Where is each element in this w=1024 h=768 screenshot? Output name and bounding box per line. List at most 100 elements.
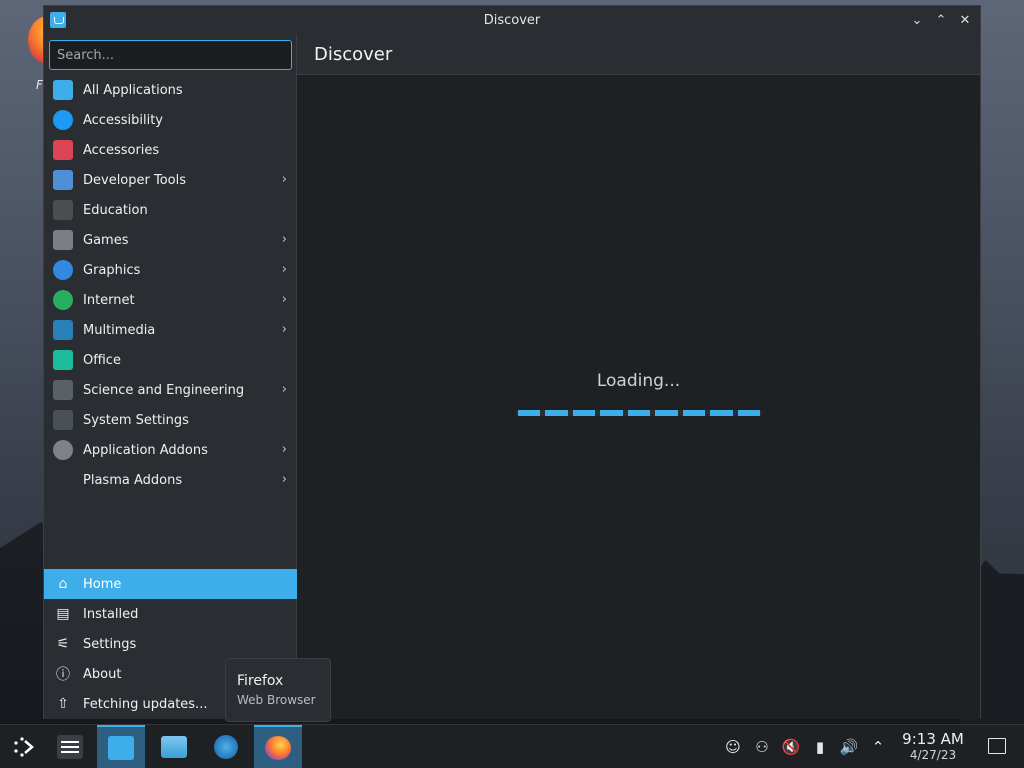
hammer-icon (53, 170, 73, 190)
nav-item-home[interactable]: ⌂ Home (44, 569, 297, 599)
chevron-right-icon: › (281, 322, 287, 337)
sidebar-item-label: Accessories (83, 142, 160, 158)
firefox-icon (265, 736, 291, 760)
sidebar-item-label: Multimedia (83, 322, 156, 338)
window-controls: ⌄ ⌃ ✕ (908, 10, 974, 30)
sidebar-item-label: System Settings (83, 412, 189, 428)
sidebar-item-label: All Applications (83, 82, 183, 98)
sidebar-item-label: Games (83, 232, 129, 248)
tooltip-title: Firefox (237, 673, 284, 689)
sidebar-item-label: Developer Tools (83, 172, 187, 188)
chevron-right-icon: › (281, 382, 287, 397)
muted-audio-icon[interactable]: 🔇 (780, 736, 802, 758)
chevron-right-icon: › (281, 262, 287, 277)
window-title: Discover (483, 12, 541, 28)
plasma-icon (53, 470, 73, 490)
sidebar-item-science-and-engineering[interactable]: Science and Engineering › (44, 375, 297, 405)
multimedia-icon (53, 320, 73, 340)
sidebar-item-label: Office (83, 352, 121, 368)
flask-icon (53, 380, 73, 400)
user-icon[interactable]: ☺ (722, 736, 744, 758)
loading-text: Loading... (596, 371, 681, 391)
sidebar-item-accessories[interactable]: Accessories (44, 135, 297, 165)
accessibility-icon (53, 110, 73, 130)
globe-icon (53, 290, 73, 310)
nav-item-settings[interactable]: ⚟ Settings (44, 629, 297, 659)
category-list: All Applications Accessibility Accessories… (44, 75, 297, 495)
digital-clock[interactable]: 9:13 AM 4/27/23 (896, 730, 970, 763)
chevron-right-icon: › (281, 172, 287, 187)
tooltip-subtitle: Web Browser (237, 693, 316, 707)
sidebar-item-label: Science and Engineering (83, 382, 245, 398)
update-icon: ⇧ (57, 696, 69, 712)
nav-item-label: About (83, 666, 122, 682)
sidebar-item-system-settings[interactable]: System Settings (44, 405, 297, 435)
sidebar-item-education[interactable]: Education (44, 195, 297, 225)
chevron-up-icon[interactable]: ⌃ (867, 736, 889, 758)
taskbar-firefox[interactable] (254, 725, 302, 768)
discover-window: Discover ⌄ ⌃ ✕ All Applications Accessibi… (43, 5, 981, 719)
taskbar-globe-app[interactable] (202, 725, 250, 768)
sidebar-item-internet[interactable]: Internet › (44, 285, 297, 315)
folder-icon (161, 736, 187, 758)
chevron-right-icon: › (281, 292, 287, 307)
home-icon: ⌂ (58, 576, 68, 592)
system-tray: ☺ ⚇ 🔇 ▮ 🔊 ⌃ (715, 725, 889, 768)
minimize-button[interactable]: ⌄ (908, 10, 926, 30)
busy-indicator (516, 410, 762, 416)
main-content: Loading... (297, 75, 980, 719)
installed-icon: ▤ (56, 606, 70, 622)
search-input[interactable] (49, 40, 292, 70)
main-header: Discover (297, 34, 980, 75)
launcher-icon (14, 737, 34, 757)
taskbar-discover[interactable] (97, 725, 145, 768)
taskbar-file-manager[interactable] (150, 725, 198, 768)
close-button[interactable]: ✕ (956, 10, 974, 30)
desktop-icon-label: F (36, 78, 43, 92)
discover-icon (108, 736, 134, 760)
chevron-right-icon: › (281, 472, 287, 487)
sidebar-item-label: Education (83, 202, 148, 218)
taskbar: ☺ ⚇ 🔇 ▮ 🔊 ⌃ 9:13 AM 4/27/23 (0, 724, 1024, 768)
sidebar-item-label: Application Addons (83, 442, 208, 458)
nav-item-label: Settings (83, 636, 137, 652)
sidebar-item-application-addons[interactable]: Application Addons › (44, 435, 297, 465)
sidebar-item-label: Graphics (83, 262, 141, 278)
clock-time: 9:13 AM (902, 730, 964, 748)
nav-item-installed[interactable]: ▤ Installed (44, 599, 297, 629)
show-desktop-button[interactable] (988, 738, 1006, 754)
sidebar-item-label: Internet (83, 292, 135, 308)
sidebar: All Applications Accessibility Accessories… (44, 34, 297, 719)
grid-icon (53, 80, 73, 100)
graphics-icon (53, 260, 73, 280)
taskbar-system-settings[interactable] (46, 725, 94, 768)
sidebar-item-all-applications[interactable]: All Applications (44, 75, 297, 105)
user-switch-icon[interactable]: ⚇ (751, 736, 773, 758)
discover-app-icon (50, 12, 66, 28)
sidebar-item-graphics[interactable]: Graphics › (44, 255, 297, 285)
maximize-button[interactable]: ⌃ (932, 10, 950, 30)
sidebar-item-label: Plasma Addons (83, 472, 183, 488)
sidebar-item-plasma-addons[interactable]: Plasma Addons › (44, 465, 297, 495)
sidebar-item-multimedia[interactable]: Multimedia › (44, 315, 297, 345)
addons-icon (53, 440, 73, 460)
firefox-tooltip: Firefox Web Browser (225, 658, 331, 722)
app-launcher-button[interactable] (0, 725, 48, 768)
page-title: Discover (314, 44, 393, 65)
sidebar-item-games[interactable]: Games › (44, 225, 297, 255)
sidebar-item-label: Accessibility (83, 112, 163, 128)
sidebar-item-accessibility[interactable]: Accessibility (44, 105, 297, 135)
sidebar-item-office[interactable]: Office (44, 345, 297, 375)
toolbox-icon (53, 140, 73, 160)
settings-sliders-icon (53, 410, 73, 430)
office-icon (53, 350, 73, 370)
sidebar-item-developer-tools[interactable]: Developer Tools › (44, 165, 297, 195)
globe-gear-icon (214, 735, 238, 759)
nav-item-label: Home (83, 576, 122, 592)
settings-sliders-icon (57, 735, 83, 759)
volume-icon[interactable]: 🔊 (838, 736, 860, 758)
chevron-right-icon: › (281, 232, 287, 247)
usb-icon[interactable]: ▮ (809, 736, 831, 758)
titlebar[interactable]: Discover ⌄ ⌃ ✕ (44, 6, 980, 34)
clock-date: 4/27/23 (909, 748, 957, 762)
